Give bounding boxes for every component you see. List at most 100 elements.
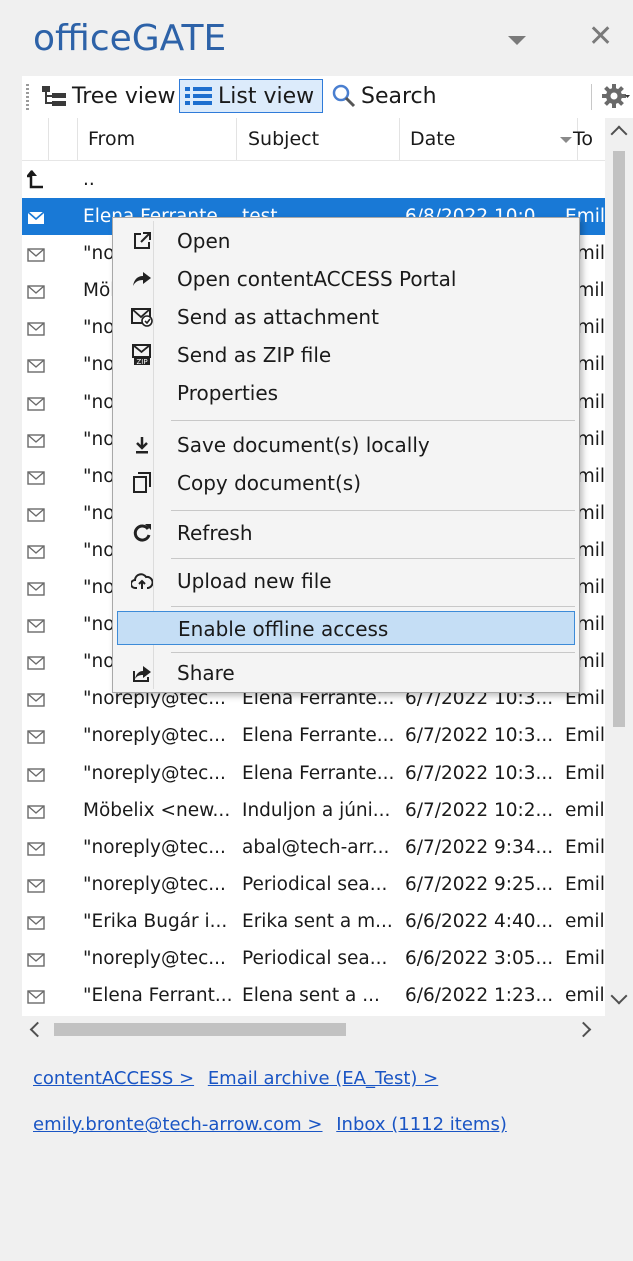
breadcrumb-link-inbox[interactable]: Inbox (1112 items) <box>336 1114 507 1135</box>
envelope-icon <box>27 691 45 712</box>
email-date: 6/7/2022 10:3... <box>405 763 554 784</box>
email-row[interactable]: "Erika Bugár i... Erika sent a m... 6/6/20… <box>22 903 605 940</box>
email-date: 6/7/2022 9:25... <box>405 874 554 895</box>
search-icon <box>331 83 357 109</box>
envelope-icon <box>27 988 45 1009</box>
email-date: 6/6/2022 1:23... <box>405 985 554 1006</box>
email-subject: Erika sent a m... <box>242 911 393 932</box>
copy-icon <box>131 472 153 494</box>
scroll-left-icon[interactable] <box>29 1021 46 1038</box>
menu-item-open[interactable]: Open <box>117 224 575 258</box>
breadcrumb-link-mailbox[interactable]: emily.bronte@tech-arrow.com > <box>33 1114 323 1135</box>
envelope-icon <box>27 395 45 416</box>
email-row[interactable]: "Elena Ferrant... Elena sent a ... 6/6/202… <box>22 977 605 1014</box>
menu-item-share[interactable]: Share <box>117 656 575 690</box>
envelope-icon <box>27 728 45 749</box>
column-divider <box>77 118 78 160</box>
envelope-icon <box>27 803 45 824</box>
envelope-icon <box>27 543 45 564</box>
menu-separator <box>171 558 575 559</box>
column-header-date[interactable]: Date <box>410 118 455 160</box>
menu-item-refresh[interactable]: Refresh <box>117 516 575 550</box>
column-header-subject[interactable]: Subject <box>248 118 319 160</box>
envelope-zip-icon: ZIP <box>131 344 153 366</box>
email-row[interactable]: "noreply@tec... abal@tech-arr... 6/7/2022 … <box>22 829 605 866</box>
list-view-button[interactable]: List view <box>179 79 324 113</box>
menu-item-send-attachment[interactable]: Send as attachment <box>117 300 575 334</box>
search-label: Search <box>361 83 437 109</box>
tree-view-icon <box>40 84 68 108</box>
envelope-icon <box>27 840 45 861</box>
column-header-row: From Subject Date To <box>22 118 605 161</box>
email-row[interactable]: "noreply@tec... Elena Ferrante... 6/7/2022… <box>22 755 605 792</box>
vertical-scrollbar[interactable] <box>605 118 633 1016</box>
email-subject: Elena Ferrante... <box>242 725 395 746</box>
menu-item-send-zip[interactable]: ZIP Send as ZIP file <box>117 338 575 372</box>
email-from: "noreply@tec... <box>83 837 226 858</box>
envelope-icon <box>27 357 45 378</box>
envelope-icon <box>27 283 45 304</box>
vertical-scroll-thumb[interactable] <box>613 151 625 727</box>
parent-folder-row[interactable]: .. <box>22 161 605 198</box>
close-icon[interactable]: ✕ <box>588 22 613 52</box>
email-to: Emil <box>565 725 605 746</box>
email-subject: Elena sent a ... <box>242 985 380 1006</box>
menu-separator <box>171 420 575 421</box>
dropdown-arrow-icon[interactable] <box>508 36 526 45</box>
envelope-attachment-icon <box>131 306 153 328</box>
email-subject: Periodical sea... <box>242 948 388 969</box>
envelope-icon <box>27 914 45 935</box>
column-divider <box>48 118 49 160</box>
menu-item-enable-offline[interactable]: Enable offline access <box>117 611 575 645</box>
envelope-icon <box>27 209 45 230</box>
email-from: "Elena Ferrant... <box>83 985 233 1006</box>
menu-item-copy[interactable]: Copy document(s) <box>117 466 575 500</box>
email-from: "noreply@tec... <box>83 763 226 784</box>
email-subject: Induljon a júni... <box>242 800 391 821</box>
email-date: 6/6/2022 4:40... <box>405 911 554 932</box>
tree-view-button[interactable]: Tree view <box>40 79 176 113</box>
email-from: "Erika Bugár i... <box>83 911 228 932</box>
breadcrumb-link-email-archive[interactable]: Email archive (EA_Test) > <box>208 1068 438 1089</box>
settings-gear-icon[interactable] <box>602 82 630 114</box>
email-from: "noreply@tec... <box>83 874 226 895</box>
scroll-up-icon[interactable] <box>610 125 628 143</box>
email-subject: Periodical sea... <box>242 874 388 895</box>
email-subject: abal@tech-arr... <box>242 837 390 858</box>
email-to: emil <box>565 985 605 1006</box>
list-view-label: List view <box>218 83 315 109</box>
menu-item-save-locally[interactable]: Save document(s) locally <box>117 428 575 462</box>
email-row[interactable]: Möbelix <new... Induljon a júni... 6/7/202… <box>22 792 605 829</box>
menu-item-upload[interactable]: Upload new file <box>117 564 575 598</box>
envelope-icon <box>27 246 45 267</box>
email-to: Emil <box>565 763 605 784</box>
email-row[interactable]: "noreply@tec... Elena Ferrante... 6/7/2022… <box>22 717 605 754</box>
breadcrumb-link-contentaccess[interactable]: contentACCESS > <box>33 1068 194 1089</box>
envelope-icon <box>27 469 45 490</box>
toolbar-grip[interactable] <box>26 84 29 110</box>
horizontal-scroll-thumb[interactable] <box>54 1023 346 1036</box>
email-to: Emil <box>565 874 605 895</box>
app-title: officeGATE <box>33 18 227 59</box>
scroll-down-icon[interactable] <box>610 987 628 1005</box>
scroll-right-icon[interactable] <box>575 1021 592 1038</box>
horizontal-scrollbar[interactable] <box>22 1016 605 1042</box>
column-header-to[interactable]: To <box>573 118 593 160</box>
up-arrow-icon <box>25 169 45 194</box>
sort-descending-icon <box>560 137 572 143</box>
envelope-icon <box>27 951 45 972</box>
email-subject: Elena Ferrante... <box>242 763 395 784</box>
email-date: 6/7/2022 10:3... <box>405 725 554 746</box>
menu-item-properties[interactable]: Properties <box>117 376 575 410</box>
toolbar: Tree view List view Search <box>22 76 633 118</box>
email-row[interactable]: "noreply@tec... Periodical sea... 6/7/2022… <box>22 866 605 903</box>
menu-item-open-portal[interactable]: Open contentACCESS Portal <box>117 262 575 296</box>
email-to: emil <box>565 800 605 821</box>
refresh-icon <box>131 522 153 544</box>
email-from: Möbelix <new... <box>83 800 231 821</box>
search-button[interactable]: Search <box>331 79 437 113</box>
envelope-icon <box>27 766 45 787</box>
column-header-from[interactable]: From <box>88 118 135 160</box>
email-row[interactable]: "noreply@tec... Periodical sea... 6/6/2022… <box>22 940 605 977</box>
menu-separator <box>171 606 575 607</box>
